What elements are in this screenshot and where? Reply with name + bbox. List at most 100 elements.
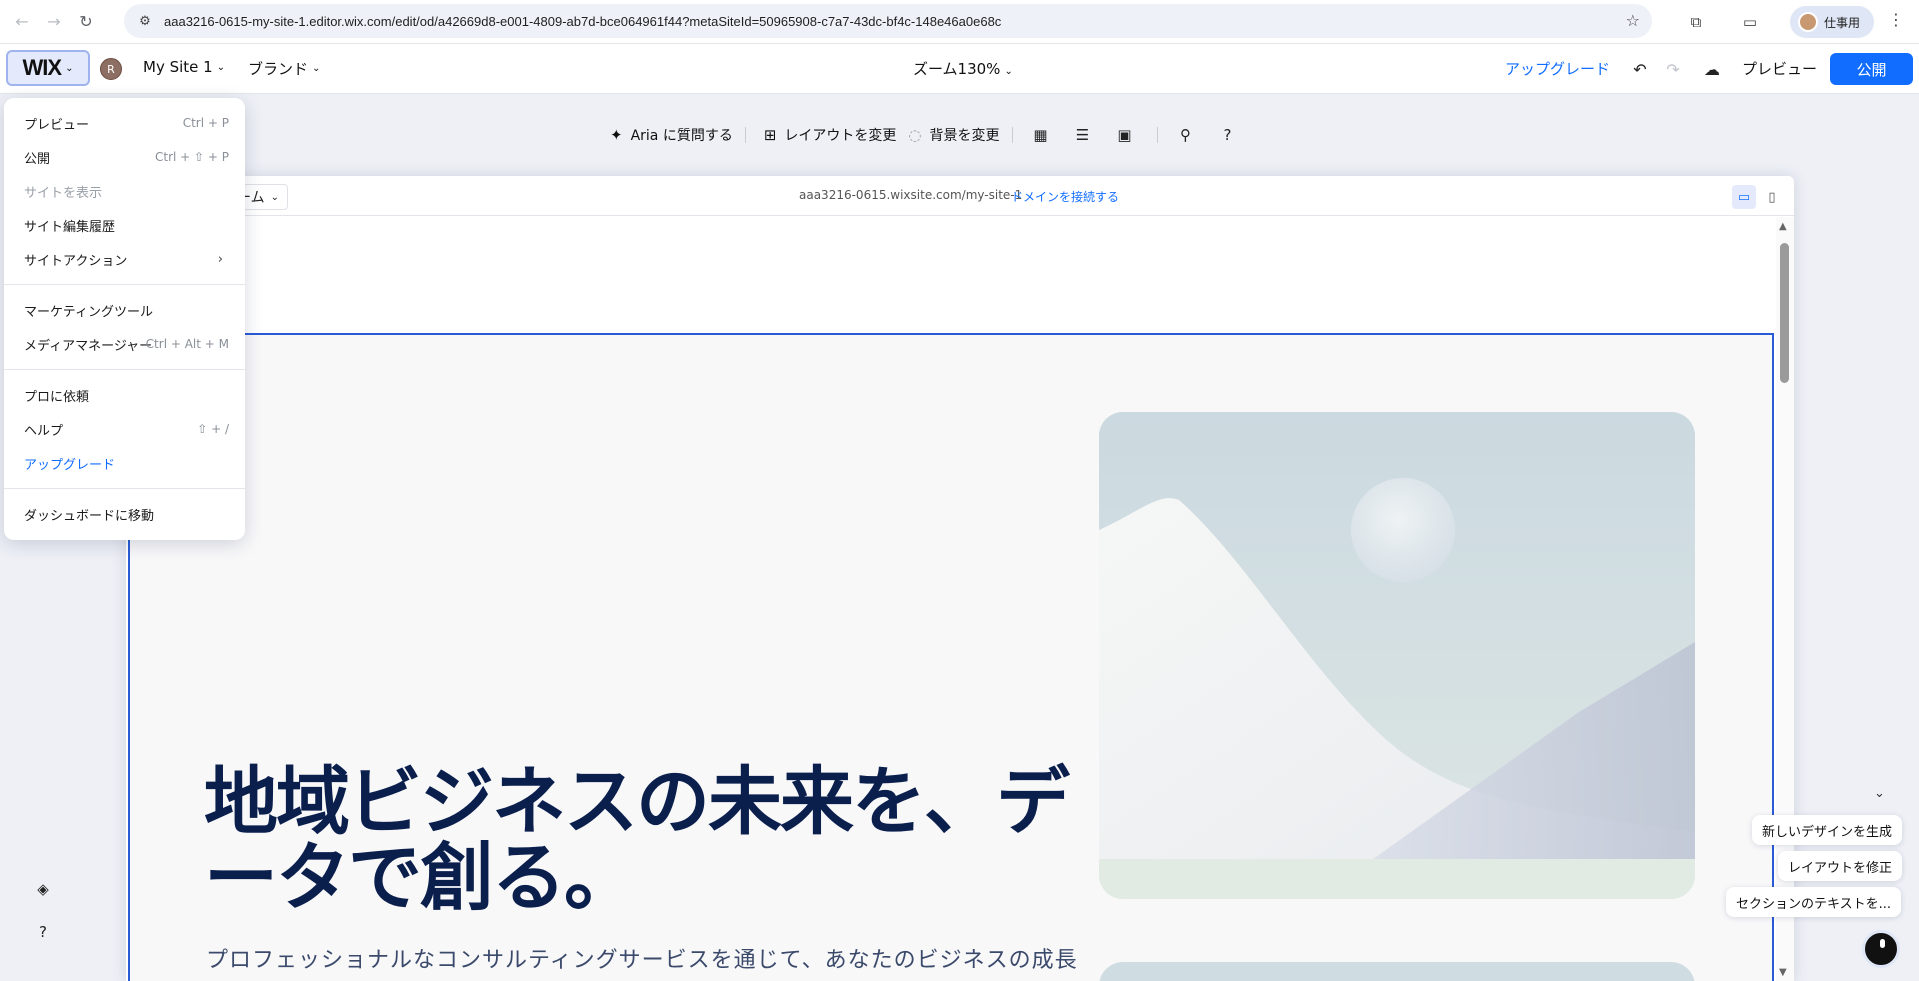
scroll-up-icon[interactable]: ▲	[1779, 221, 1787, 232]
toolbar-divider	[1011, 127, 1013, 143]
menu-item-label: プロに依頼	[24, 389, 90, 405]
page-header-section[interactable]	[126, 217, 1776, 333]
chevron-down-icon: ⌄	[65, 62, 74, 74]
profile-button[interactable]: 仕事用	[1790, 6, 1874, 38]
section-toolbar: ✦ Aria に質問する ⊞ レイアウトを変更 ◌ 背景を変更 ▦ ☰ ▣ ⚲ …	[610, 118, 1260, 152]
menu-item-label: プレビュー	[24, 117, 90, 133]
fix-layout-chip[interactable]: レイアウトを修正	[1778, 851, 1903, 881]
profile-avatar	[1798, 12, 1818, 32]
menu-item-label: ヘルプ	[24, 423, 64, 439]
url-text[interactable]: aaa3216-0615-my-site-1.editor.wix.com/ed…	[164, 14, 1001, 29]
hero-subtitle[interactable]: プロフェッショナルなコンサルティングサービスを通じて、あなたのビジネスの成長	[206, 942, 1206, 974]
section-text-chip[interactable]: セクションのテキストを...	[1726, 887, 1902, 917]
menu-item-hire-pro[interactable]: プロに依頼	[4, 380, 245, 410]
brand-menu[interactable]: ブランド ⌄	[248, 58, 320, 79]
menu-item-publish[interactable]: 公開 Ctrl + ⇧ + P	[4, 142, 245, 172]
collapse-chevron-icon[interactable]: ⌄	[1874, 786, 1885, 801]
site-avatar[interactable]: R	[100, 58, 122, 80]
zoom-menu[interactable]: ズーム130% ⌄	[913, 58, 1013, 79]
toolbar-divider	[744, 127, 746, 143]
menu-shortcut: Ctrl + P	[182, 116, 229, 130]
menu-item-label: メディアマネージャー	[24, 338, 153, 354]
sparkle-icon: ✦	[610, 126, 623, 144]
menu-item-label: サイト編集履歴	[24, 219, 116, 235]
toolbar-help-icon[interactable]: ?	[1218, 126, 1238, 144]
menu-item-help[interactable]: ヘルプ ⇧ + /	[4, 414, 245, 444]
hero-title[interactable]: 地域ビジネスの未来を、データで創る。	[204, 764, 1124, 916]
browser-menu-icon[interactable]: ⋮	[1888, 10, 1904, 29]
desktop-view-icon[interactable]: ▭	[1732, 185, 1756, 209]
menu-shortcut: Ctrl + Alt + M	[145, 337, 229, 351]
mountain-illustration	[1099, 412, 1695, 899]
upgrade-link[interactable]: アップグレード	[1505, 58, 1610, 79]
chevron-down-icon: ⌄	[216, 61, 226, 73]
publish-button[interactable]: 公開	[1830, 53, 1913, 85]
preview-button[interactable]: プレビュー	[1742, 58, 1817, 79]
menu-lines-icon[interactable]: ☰	[1073, 126, 1093, 144]
cast-icon[interactable]: ▭	[1738, 10, 1762, 34]
reload-icon[interactable]: ↻	[72, 8, 100, 36]
cloud-save-icon[interactable]: ☁	[1699, 56, 1725, 82]
ask-aria-button[interactable]: ✦ Aria に質問する	[610, 125, 733, 145]
mobile-view-icon[interactable]: ▯	[1762, 185, 1782, 209]
menu-item-upgrade[interactable]: アップグレード	[4, 448, 245, 478]
menu-item-view-site[interactable]: サイトを表示	[4, 176, 245, 206]
panel-icon[interactable]: ▣	[1115, 126, 1135, 144]
menu-item-media-manager[interactable]: メディアマネージャー Ctrl + Alt + M	[4, 329, 245, 359]
site-name: My Site 1	[143, 58, 213, 76]
wix-menu-button[interactable]: WIX ⌄	[6, 50, 90, 86]
chevron-down-icon: ⌄	[270, 191, 279, 203]
forward-icon[interactable]: →	[40, 8, 68, 36]
menu-shortcut: Ctrl + ⇧ + P	[154, 150, 229, 164]
chevron-down-icon: ⌄	[312, 63, 321, 74]
menu-item-label: 公開	[24, 151, 51, 167]
wix-logo: WIX	[22, 55, 63, 80]
address-bar[interactable]: ⚙ aaa3216-0615-my-site-1.editor.wix.com/…	[124, 4, 1652, 38]
ask-aria-label: Aria に質問する	[630, 128, 733, 144]
chevron-down-icon: ⌄	[1004, 66, 1013, 77]
site-url: aaa3216-0615.wixsite.com/my-site-1	[799, 188, 1023, 202]
menu-divider	[4, 369, 245, 370]
undo-icon[interactable]: ↶	[1627, 56, 1653, 82]
back-icon[interactable]: ←	[8, 8, 36, 36]
menu-item-dashboard[interactable]: ダッシュボードに移動	[4, 499, 245, 529]
menu-item-label: ダッシュボードに移動	[24, 508, 155, 524]
canvas-header: ジ：ホーム⌄ aaa3216-0615.wixsite.com/my-site-…	[126, 176, 1794, 216]
menu-item-site-history[interactable]: サイト編集履歴	[4, 210, 245, 240]
chevron-right-icon: ›	[217, 251, 223, 267]
connect-domain-link[interactable]: ドメインを接続する	[1011, 188, 1119, 205]
help-icon[interactable]: ?	[30, 919, 56, 945]
generate-design-chip[interactable]: 新しいデザインを生成	[1752, 815, 1903, 845]
layout-grid-icon: ⊞	[763, 126, 777, 144]
menu-item-site-actions[interactable]: サイトアクション ›	[4, 244, 245, 274]
search-icon[interactable]: ⚲	[1176, 126, 1196, 144]
change-layout-label: レイアウトを変更	[784, 128, 897, 144]
extensions-icon[interactable]: ⧉	[1684, 10, 1708, 34]
change-background-label: 背景を変更	[929, 128, 1000, 144]
menu-shortcut: ⇧ + /	[197, 422, 229, 436]
menu-divider	[4, 284, 245, 285]
ai-assistant-icon	[1880, 939, 1885, 948]
site-info-icon[interactable]: ⚙	[136, 12, 154, 30]
scrollbar-thumb[interactable]	[1780, 243, 1789, 383]
editor-top-bar: WIX ⌄ R My Site 1 ⌄ ブランド ⌄ ズーム130% ⌄ アップグレー…	[0, 44, 1919, 94]
ai-assistant-button[interactable]	[1862, 930, 1900, 968]
menu-item-marketing-tools[interactable]: マーケティングツール	[4, 295, 245, 325]
browser-toolbar: ← → ↻ ⚙ aaa3216-0615-my-site-1.editor.wi…	[0, 0, 1919, 44]
scroll-down-icon[interactable]: ▼	[1779, 967, 1787, 978]
menu-item-preview[interactable]: プレビュー Ctrl + P	[4, 108, 245, 138]
background-icon: ◌	[908, 126, 922, 144]
change-layout-button[interactable]: ⊞ レイアウトを変更	[764, 125, 897, 145]
menu-divider	[4, 488, 245, 489]
layers-icon[interactable]: ◈	[30, 876, 56, 902]
redo-icon[interactable]: ↷	[1660, 56, 1686, 82]
brand-label: ブランド	[248, 60, 309, 78]
change-background-button[interactable]: ◌ 背景を変更	[908, 125, 999, 145]
checker-pattern-icon[interactable]: ▦	[1031, 126, 1051, 144]
profile-label: 仕事用	[1824, 15, 1861, 30]
hero-image[interactable]	[1099, 412, 1695, 899]
editor-canvas[interactable]: ジ：ホーム⌄ aaa3216-0615.wixsite.com/my-site-…	[126, 176, 1794, 981]
bookmark-star-icon[interactable]: ☆	[1626, 11, 1640, 30]
zoom-label: ズーム130%	[913, 60, 1001, 78]
site-menu[interactable]: My Site 1 ⌄	[143, 58, 225, 76]
